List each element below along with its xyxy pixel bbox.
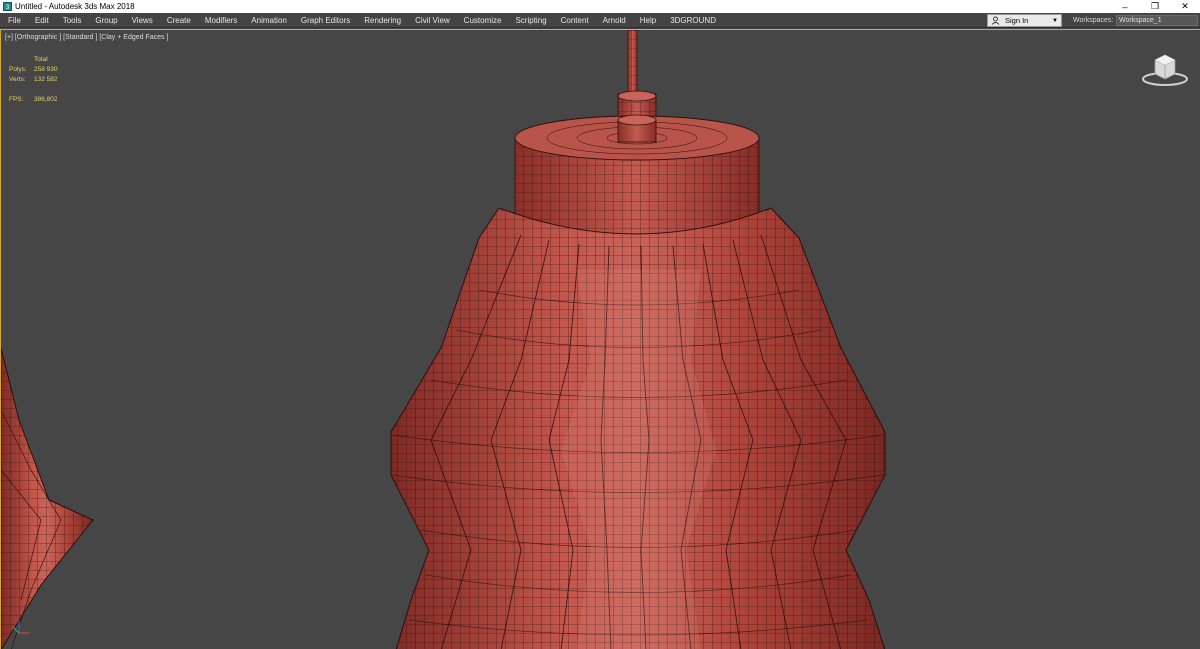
workspaces-label: Workspaces: [1073,17,1114,24]
restore-icon: ❐ [1150,1,1160,11]
menu-file[interactable]: File [0,13,28,28]
menu-edit[interactable]: Edit [28,13,56,28]
axis-tripod-icon [12,621,29,634]
menu-scripting[interactable]: Scripting [508,13,553,28]
close-icon: ✕ [1181,1,1189,11]
user-icon [991,16,1000,25]
menu-graph-editors[interactable]: Graph Editors [294,13,357,28]
verts-label: Verts: [9,76,26,83]
menu-bar: File Edit Tools Group Views Create Modif… [0,13,1200,28]
menu-create[interactable]: Create [160,13,198,28]
menu-3dground[interactable]: 3DGROUND [663,13,723,28]
menu-group[interactable]: Group [88,13,124,28]
fps-value: 386,802 [34,96,58,103]
title-bar: 3 Untitled - Autodesk 3ds Max 2018 – ❐ ✕ [0,0,1200,13]
perspective-viewport[interactable]: [+] [Orthographic ] [Standard ] [Clay + … [0,29,1200,649]
menu-civil-view[interactable]: Civil View [408,13,457,28]
sign-in-dropdown[interactable]: Sign In ▼ [987,14,1062,27]
chevron-down-icon: ▼ [1052,18,1058,24]
polys-value: 258 930 [34,66,58,73]
statistics-overlay: Total Polys: 258 930 Verts: 132 582 FPS: 38… [9,55,58,105]
minimize-icon: – [1122,1,1128,12]
menu-help[interactable]: Help [633,13,663,28]
viewport-label-menu[interactable]: [+] [Orthographic ] [Standard ] [Clay + … [5,34,168,41]
3ds-max-logo-icon: 3 [3,2,12,11]
menu-modifiers[interactable]: Modifiers [198,13,244,28]
sign-in-label: Sign In [1005,16,1029,25]
viewcube-icon[interactable] [1139,50,1191,90]
menu-animation[interactable]: Animation [244,13,294,28]
polys-label: Polys: [9,66,27,73]
fps-label: FPS: [9,96,24,103]
menu-views[interactable]: Views [125,13,160,28]
minimize-button[interactable]: – [1110,0,1140,13]
menu-rendering[interactable]: Rendering [357,13,408,28]
workspace-select[interactable]: Workspace_1 [1116,15,1198,26]
menu-content[interactable]: Content [554,13,596,28]
menu-arnold[interactable]: Arnold [596,13,633,28]
stats-header: Total [34,56,48,63]
verts-value: 132 582 [34,76,58,83]
maximize-button[interactable]: ❐ [1140,0,1170,13]
close-button[interactable]: ✕ [1170,0,1200,13]
menu-tools[interactable]: Tools [56,13,89,28]
menu-customize[interactable]: Customize [457,13,509,28]
window-title: Untitled - Autodesk 3ds Max 2018 [15,2,135,11]
lamp-mesh-render [1,30,886,649]
